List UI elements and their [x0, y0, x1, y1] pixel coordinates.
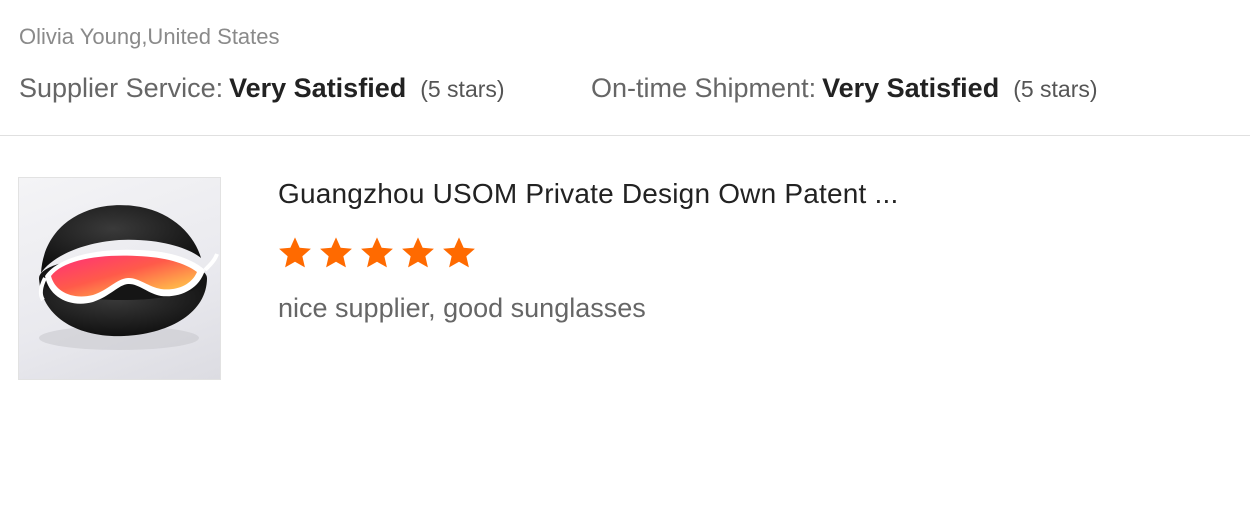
- rating-label: On-time Shipment:: [591, 73, 817, 103]
- rating-value: Very Satisfied: [229, 73, 407, 103]
- star-icon: [402, 237, 434, 268]
- sunglasses-icon: [38, 205, 219, 350]
- product-review-item: Guangzhou USOM Private Design Own Patent…: [18, 177, 1218, 381]
- rating-stars-text: (5 stars): [420, 76, 505, 102]
- rating-stars-text: (5 stars): [1013, 76, 1098, 102]
- review-comment: nice supplier, good sunglasses: [278, 293, 646, 323]
- star-icon: [320, 237, 352, 268]
- product-title[interactable]: Guangzhou USOM Private Design Own Patent…: [278, 177, 898, 211]
- star-icon: [279, 237, 311, 268]
- rating-value: Very Satisfied: [822, 73, 1000, 103]
- star-icon: [361, 237, 393, 268]
- product-thumbnail[interactable]: [18, 177, 221, 380]
- reviewer-name-country: Olivia Young,United States: [19, 24, 280, 49]
- rating-label: Supplier Service:: [19, 73, 224, 103]
- star-rating: [277, 235, 482, 271]
- star-icon: [443, 237, 475, 268]
- on-time-shipment-rating: On-time Shipment: Very Satisfied (5 stars): [591, 71, 1098, 110]
- review-header: Olivia Young,United States Supplier Serv…: [0, 0, 1250, 136]
- supplier-service-rating: Supplier Service: Very Satisfied (5 stars): [19, 71, 505, 110]
